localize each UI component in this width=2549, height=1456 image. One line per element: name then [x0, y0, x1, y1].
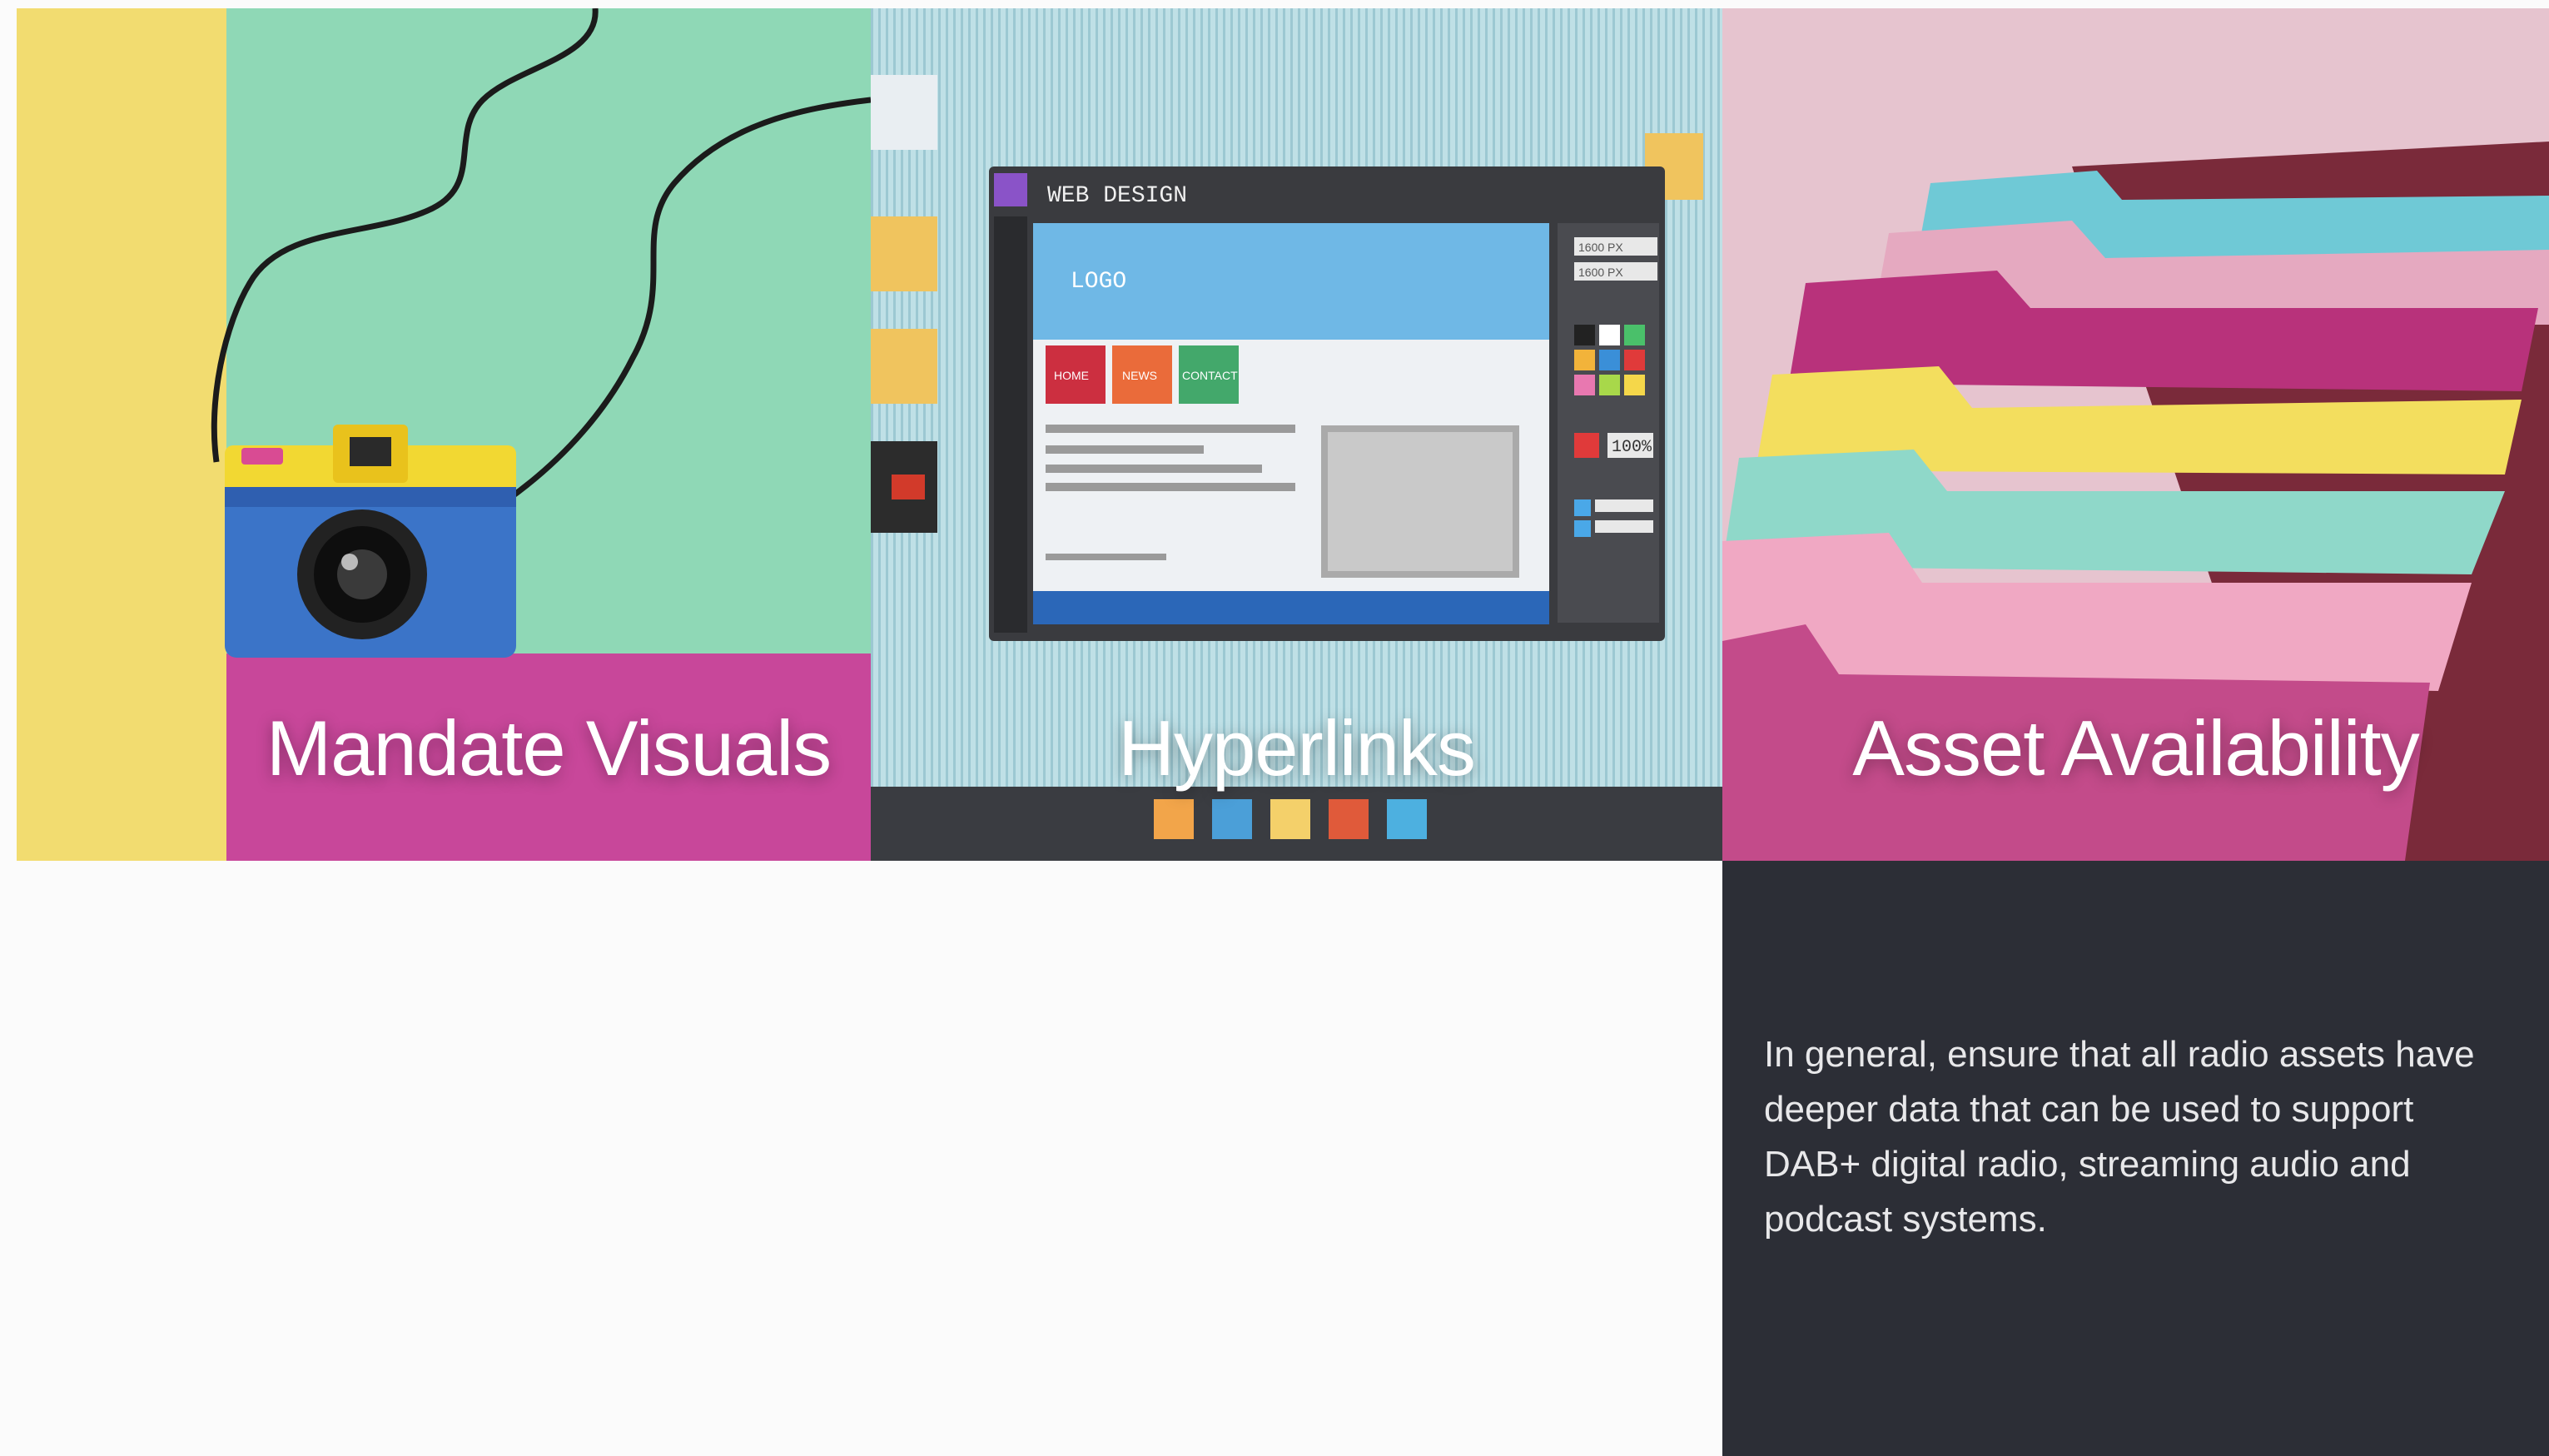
mockup-nav-contact: CONTACT	[1182, 369, 1238, 382]
tile-title: Mandate Visuals	[266, 704, 832, 792]
mockup-window-title: WEB DESIGN	[1047, 183, 1187, 209]
mockup-logo: LOGO	[1071, 269, 1126, 295]
mockup-zoom: 100%	[1612, 438, 1652, 457]
info-panel: In general, ensure that all radio assets…	[1722, 861, 2549, 1456]
mockup-field-width: 1600 PX	[1578, 241, 1623, 254]
tile-asset-availability[interactable]: Asset Availability	[1722, 8, 2549, 861]
info-text: In general, ensure that all radio assets…	[1764, 1034, 2475, 1240]
tile-hyperlinks[interactable]: WEB DESIGN LOGO HOME NEWS CONTACT 1600 P…	[871, 8, 1722, 861]
mockup-nav-home: HOME	[1054, 369, 1089, 382]
mockup-nav-news: NEWS	[1122, 369, 1157, 382]
tile-mandate-visuals[interactable]: Mandate Visuals	[17, 8, 871, 861]
tile-title: Asset Availability	[1852, 704, 2419, 792]
mockup-field-height: 1600 PX	[1578, 266, 1623, 279]
tile-title: Hyperlinks	[1118, 704, 1476, 792]
